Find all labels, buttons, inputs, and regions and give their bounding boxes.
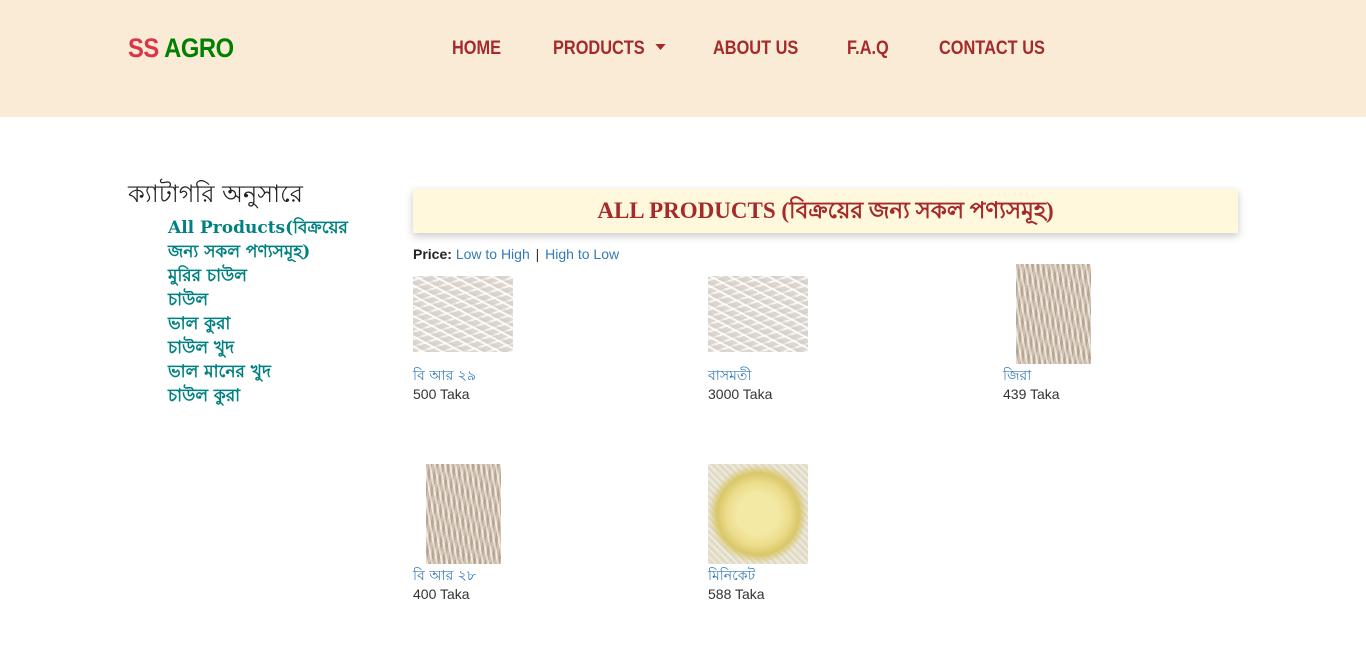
product-name-link[interactable]: বাসমতী [708, 364, 751, 388]
product-name-link[interactable]: বি আর ২৯ [413, 364, 476, 388]
nav-faq[interactable]: F.A.Q [847, 38, 889, 60]
nav-products-label: PRODUCTS [553, 38, 645, 59]
sort-low-to-high-link[interactable]: Low to High [456, 246, 530, 262]
category-item[interactable]: চাউল খুদ [168, 336, 383, 360]
product-name-link[interactable]: জিরা [1003, 364, 1031, 388]
price-sort: Price: Low to High | High to Low [413, 246, 619, 262]
category-item[interactable]: চাউল কুরা [168, 384, 383, 408]
nav-about[interactable]: ABOUT US [713, 38, 798, 60]
product-image[interactable] [708, 464, 808, 564]
caret-down-icon [655, 43, 666, 50]
product-image[interactable] [413, 276, 513, 352]
category-item[interactable]: মুরির চাউল [168, 264, 383, 288]
nav-home[interactable]: HOME [452, 38, 501, 60]
main-nav: HOME PRODUCTS ABOUT US F.A.Q CONTACT US [0, 38, 1366, 64]
category-item-all-products[interactable]: All Products(বিক্রয়ের জন্য সকল পণ্যসমূহ… [168, 216, 383, 264]
category-item[interactable]: ভাল কুরা [168, 312, 383, 336]
product-price: 400 Taka [413, 586, 470, 602]
sort-label: Price: [413, 246, 452, 262]
page-heading: ALL PRODUCTS (বিক্রয়ের জন্য সকল পণ্যসমূ… [413, 189, 1238, 233]
nav-contact[interactable]: CONTACT US [939, 38, 1045, 60]
category-list: All Products(বিক্রয়ের জন্য সকল পণ্যসমূহ… [168, 216, 383, 408]
product-image[interactable] [1016, 264, 1091, 364]
sort-high-to-low-link[interactable]: High to Low [545, 246, 619, 262]
nav-products-dropdown[interactable]: PRODUCTS [553, 38, 666, 60]
sort-separator: | [535, 246, 540, 262]
product-name-link[interactable]: মিনিকেট [708, 564, 755, 588]
site-header: SS AGRO HOME PRODUCTS ABOUT US F.A.Q CON… [0, 0, 1366, 117]
product-image[interactable] [708, 276, 808, 352]
sidebar-title: ক্যাটাগরি অনুসারে [128, 180, 303, 208]
product-name-link[interactable]: বি আর ২৮ [413, 564, 476, 588]
product-price: 588 Taka [708, 586, 765, 602]
product-price: 3000 Taka [708, 386, 773, 402]
category-item[interactable]: ভাল মানের খুদ [168, 360, 383, 384]
product-price: 500 Taka [413, 386, 470, 402]
product-price: 439 Taka [1003, 386, 1060, 402]
product-image[interactable] [426, 464, 501, 564]
category-item[interactable]: চাউল [168, 288, 383, 312]
